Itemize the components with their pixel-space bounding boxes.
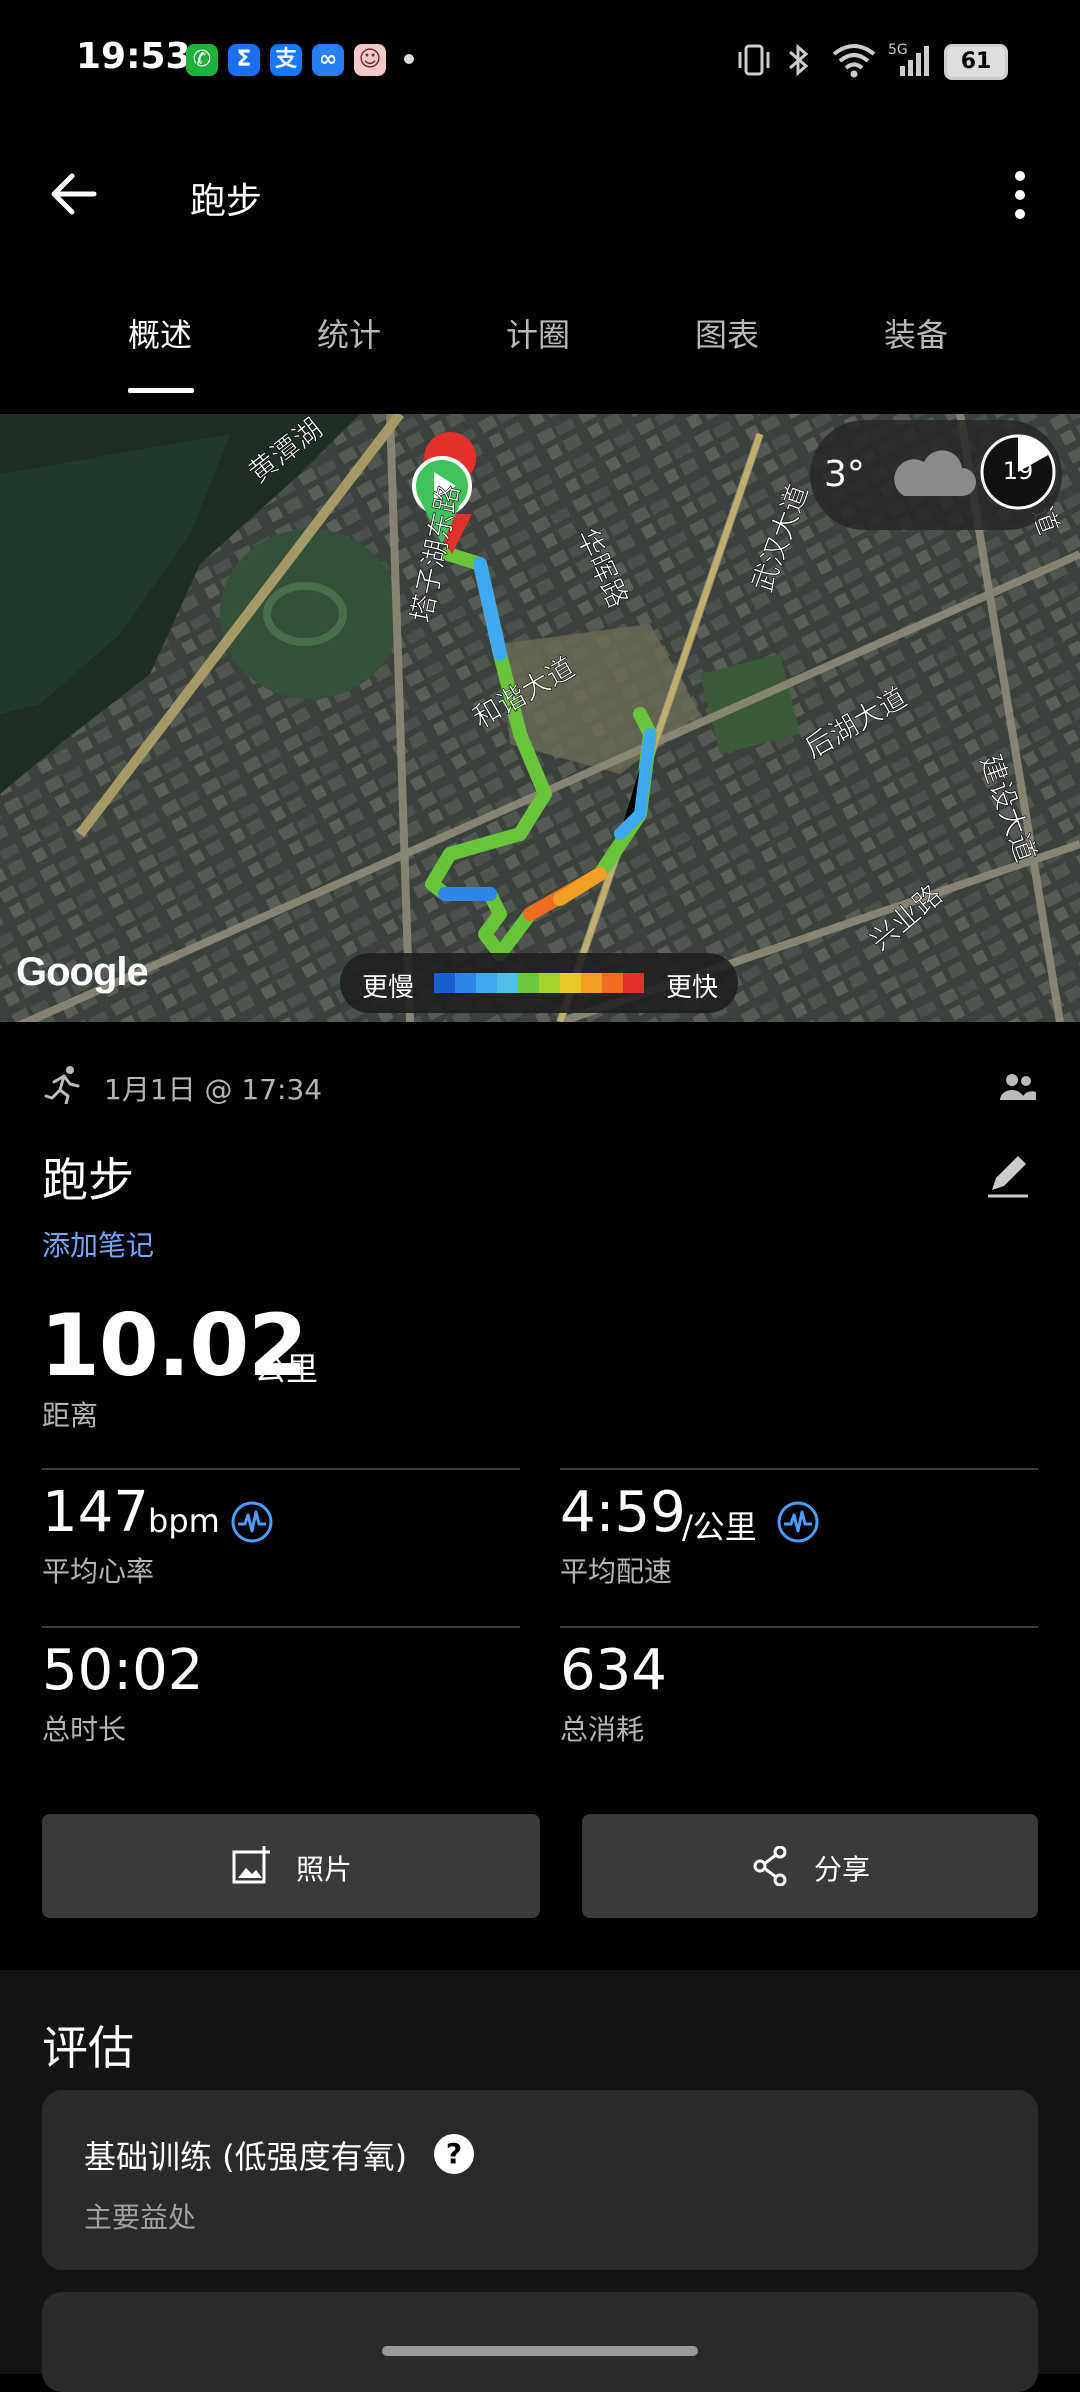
bluetooth-icon xyxy=(789,43,809,77)
wifi-icon xyxy=(832,44,876,78)
running-icon xyxy=(44,1066,80,1104)
pace-gradient-bar xyxy=(434,973,644,993)
legend-slow-label: 更慢 xyxy=(362,973,415,1003)
tab-charts[interactable]: 图表 xyxy=(647,310,807,356)
edit-pencil-icon[interactable] xyxy=(986,1150,1030,1198)
svg-text:5G: 5G xyxy=(888,42,908,58)
status-bar: 19:53 ✆ Σ 支 ∞ ☺ 5G 61 xyxy=(0,0,1080,120)
add-note-link[interactable]: 添加笔记 xyxy=(42,1224,154,1264)
divider xyxy=(42,1626,520,1628)
tab-overview[interactable]: 概述 xyxy=(80,310,240,356)
divider xyxy=(560,1626,1038,1628)
sigma-app-icon: Σ xyxy=(228,44,260,76)
legend-fast-label: 更快 xyxy=(666,973,719,1003)
tab-stats[interactable]: 统计 xyxy=(269,310,429,356)
status-time: 19:53 xyxy=(76,36,191,77)
activity-name: 跑步 xyxy=(42,1153,134,1207)
training-effect-title: 基础训练 (低强度有氧) xyxy=(84,2138,408,2176)
divider xyxy=(42,1468,520,1470)
share-button[interactable]: 分享 xyxy=(582,1814,1038,1918)
add-photo-icon xyxy=(232,1846,270,1884)
avg-pace-unit: /公里 xyxy=(682,1508,757,1546)
share-icon xyxy=(753,1846,787,1886)
home-indicator[interactable] xyxy=(382,2346,698,2356)
total-calories-label: 总消耗 xyxy=(560,1713,645,1746)
distance-unit: 公里 xyxy=(254,1350,319,1388)
tab-bar: 概述 统计 计圈 图表 装备 xyxy=(0,300,1080,400)
photo-button-label: 照片 xyxy=(296,1853,353,1886)
avg-pace-label: 平均配速 xyxy=(560,1555,673,1588)
heart-rate-chart-icon[interactable] xyxy=(230,1500,274,1544)
cloud-icon xyxy=(894,450,976,496)
day-progress-badge: 19 xyxy=(978,432,1058,512)
total-duration-label: 总时长 xyxy=(42,1713,127,1746)
activity-date: 1月1日 @ 17:34 xyxy=(104,1073,323,1106)
avg-pace-value: 4:59 xyxy=(560,1480,686,1545)
google-logo: Google xyxy=(16,950,149,994)
pace-legend: 更慢 更快 xyxy=(340,953,738,1013)
divider xyxy=(560,1468,1038,1470)
training-effect-card[interactable] xyxy=(42,2090,1038,2270)
share-button-label: 分享 xyxy=(814,1853,871,1886)
avg-heart-rate-unit: bpm xyxy=(148,1502,220,1540)
avg-heart-rate-value: 147 xyxy=(42,1480,149,1545)
next-card[interactable] xyxy=(42,2292,1038,2392)
tab-laps[interactable]: 计圈 xyxy=(458,310,618,356)
tab-gear[interactable]: 装备 xyxy=(836,310,996,356)
back-arrow-icon[interactable] xyxy=(48,168,100,220)
vibrate-icon xyxy=(738,44,770,76)
distance-label: 距离 xyxy=(42,1399,99,1432)
avatar-app-icon: ☺ xyxy=(354,44,386,76)
help-icon[interactable]: ? xyxy=(434,2134,474,2174)
day-badge-number: 19 xyxy=(1002,457,1034,485)
active-tab-indicator xyxy=(128,388,194,393)
more-notifications-dot xyxy=(404,54,414,64)
battery-indicator: 61 xyxy=(944,44,1008,80)
avg-heart-rate-label: 平均心率 xyxy=(42,1555,155,1588)
pace-chart-icon[interactable] xyxy=(776,1500,820,1544)
more-options-icon[interactable] xyxy=(1008,168,1032,222)
wechat-icon: ✆ xyxy=(186,44,218,76)
cloud-app-icon: ∞ xyxy=(312,44,344,76)
training-effect-subtitle: 主要益处 xyxy=(84,2201,197,2234)
total-calories-value: 634 xyxy=(560,1638,667,1703)
weather-temp: 3° xyxy=(824,454,865,495)
people-icon[interactable] xyxy=(1000,1072,1036,1100)
total-duration-value: 50:02 xyxy=(42,1638,204,1703)
weather-chip: 3° 19 xyxy=(810,420,1062,530)
alipay-icon: 支 xyxy=(270,44,302,76)
evaluation-title: 评估 xyxy=(42,2021,134,2075)
signal-icon: 5G xyxy=(888,42,929,76)
page-title: 跑步 xyxy=(190,181,263,222)
photo-button[interactable]: 照片 xyxy=(42,1814,540,1918)
